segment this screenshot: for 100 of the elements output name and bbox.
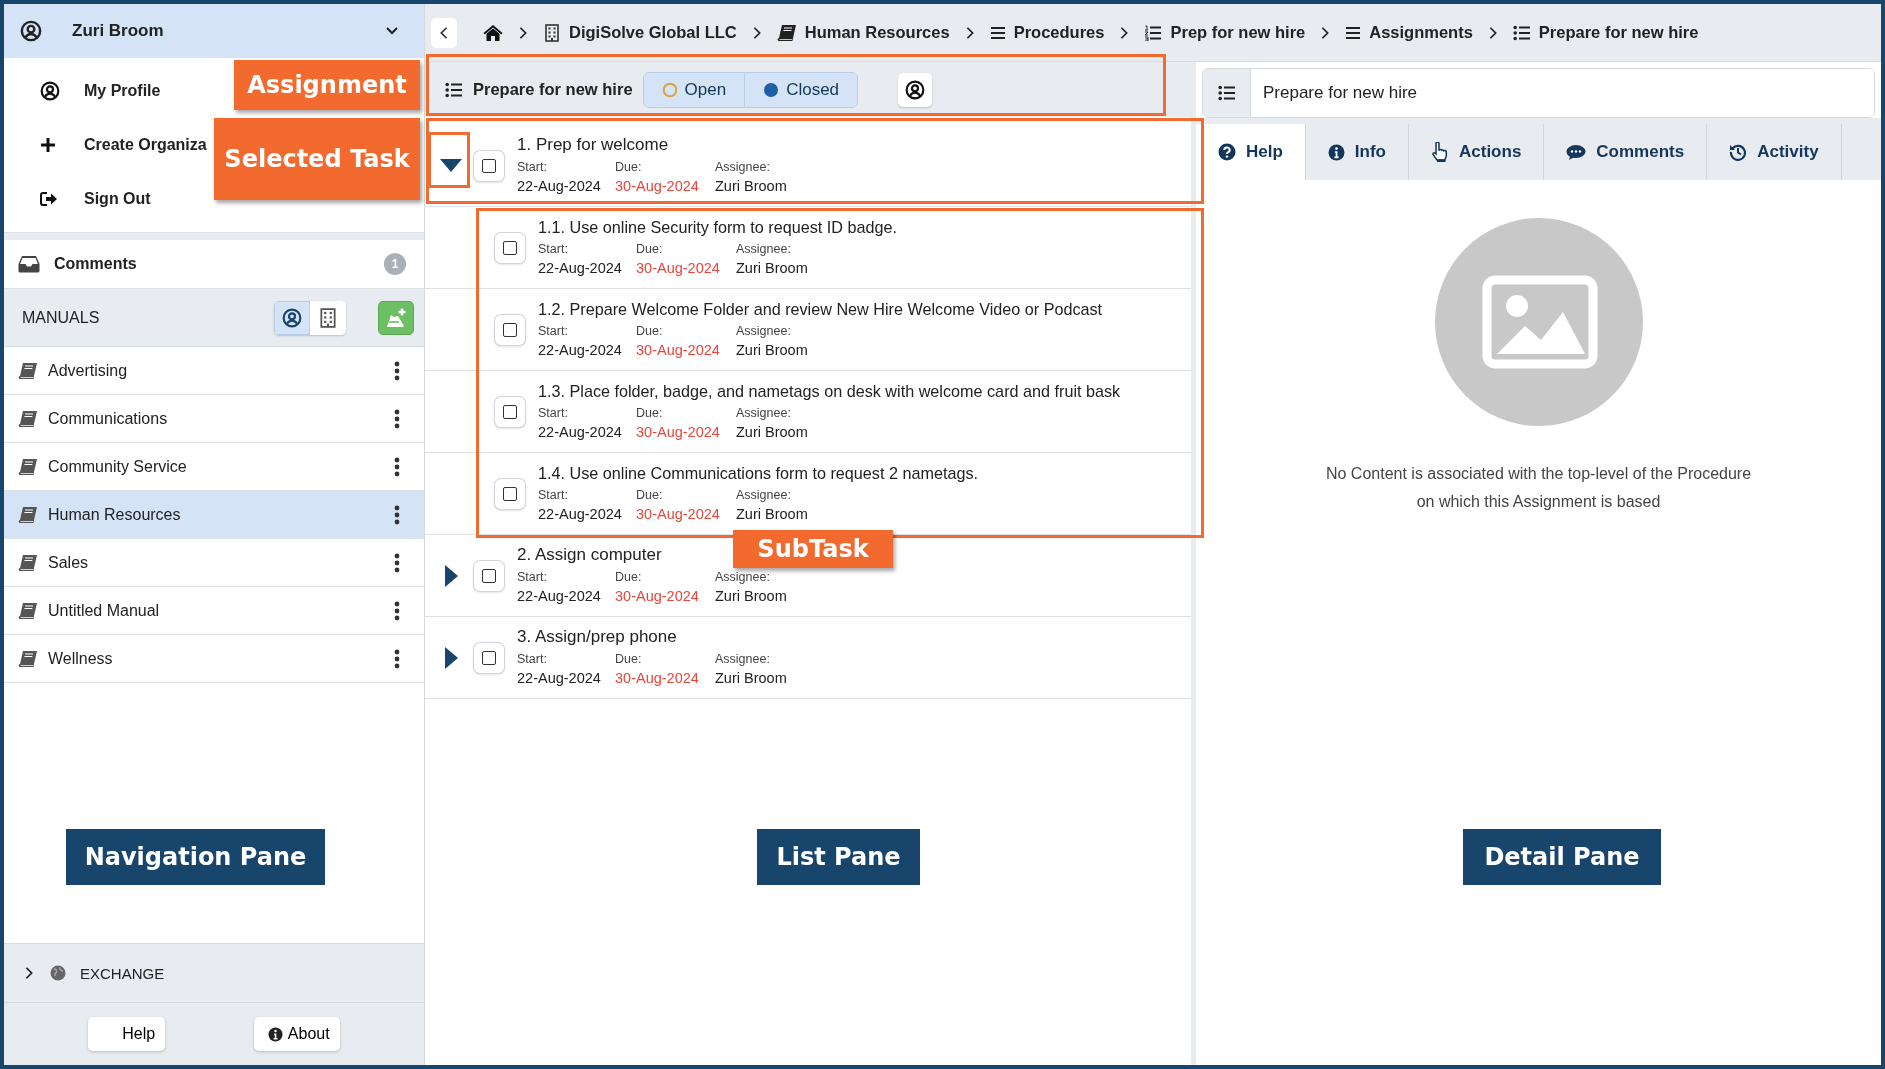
due-date: 30-Aug-2024 — [636, 505, 721, 524]
checkbox[interactable] — [503, 322, 517, 337]
exchange-section[interactable]: EXCHANGE — [80, 964, 165, 982]
field-label: Assignee: — [736, 241, 791, 258]
tab[interactable]: Help — [1196, 124, 1306, 180]
callout-label: Selected Task — [214, 118, 420, 200]
title-field[interactable]: Prepare for new hire — [1202, 68, 1875, 118]
due-date: 30-Aug-2024 — [615, 669, 700, 688]
home-link[interactable] — [483, 23, 503, 42]
checkbox-button[interactable] — [495, 478, 525, 509]
home-icon — [483, 23, 503, 42]
ring-icon — [661, 81, 678, 98]
more-icon[interactable] — [394, 360, 400, 381]
collapse-button[interactable] — [431, 17, 457, 48]
breadcrumb-link[interactable]: Prep for new hire — [1144, 23, 1306, 42]
field-label: Due: — [636, 323, 664, 340]
breadcrumb-link[interactable]: Assignments — [1345, 23, 1473, 42]
more-icon[interactable] — [394, 456, 400, 477]
add-manual-button[interactable] — [378, 300, 414, 335]
menu-item[interactable]: My Profile — [40, 64, 161, 118]
user-menu-header[interactable]: Zuri Broom — [4, 4, 424, 58]
user-icon — [40, 81, 60, 101]
checkbox-button[interactable] — [495, 314, 525, 345]
field-label: Due: — [636, 405, 664, 422]
add-icon — [384, 306, 408, 329]
more-icon[interactable] — [394, 648, 400, 669]
menu-item[interactable]: Sign Out — [40, 172, 151, 226]
building-icon — [318, 307, 338, 328]
list-icon — [1217, 85, 1236, 101]
callout-label: List Pane — [757, 829, 920, 885]
due-date: 30-Aug-2024 — [615, 177, 700, 196]
about-button[interactable]: About — [253, 1017, 340, 1051]
breadcrumb-link[interactable]: DigiSolve Global LLC — [543, 23, 737, 42]
task-title[interactable]: 2. Assign computer — [517, 545, 662, 565]
callout-label: Assignment — [234, 60, 420, 110]
inbox-icon — [18, 255, 40, 273]
field-label: Assignee: — [715, 569, 770, 586]
more-icon[interactable] — [394, 408, 400, 429]
field-label: Assignee: — [736, 487, 791, 504]
checkbox[interactable] — [503, 486, 517, 501]
field-label: Start: — [538, 241, 569, 258]
task-title[interactable]: 1.2. Prepare Welcome Folder and review New Hire Welcome Video or Podcast — [538, 299, 1103, 319]
task-title[interactable]: 3. Assign/prep phone — [517, 627, 677, 647]
caret-right-icon — [444, 564, 458, 587]
menu-item[interactable]: Create Organiza — [40, 118, 207, 172]
due-date: 30-Aug-2024 — [636, 341, 721, 360]
numbered-list-icon — [1144, 24, 1163, 41]
breadcrumb-link[interactable]: Human Resources — [776, 23, 950, 42]
field-label: Start: — [538, 487, 569, 504]
breadcrumb-link[interactable]: Procedures — [989, 23, 1105, 42]
field-label: Start: — [517, 159, 548, 176]
sign-out-icon — [40, 191, 58, 207]
checkbox[interactable] — [503, 404, 517, 419]
checkbox-button[interactable] — [495, 396, 525, 427]
scope-toggle[interactable] — [274, 300, 310, 335]
speech-bubble-icon — [1566, 143, 1587, 161]
list-icon — [989, 25, 1006, 40]
breadcrumb-link[interactable]: Prepare for new hire — [1512, 23, 1699, 42]
start-date: 22-Aug-2024 — [538, 341, 623, 360]
filter-button[interactable]: Closed — [744, 72, 858, 107]
more-icon[interactable] — [394, 552, 400, 573]
callout-label: Navigation Pane — [66, 829, 325, 885]
start-date: 22-Aug-2024 — [517, 177, 602, 196]
checkbox[interactable] — [482, 158, 496, 173]
list-icon — [445, 81, 463, 98]
book-icon — [18, 505, 38, 524]
task-title[interactable]: 1.4. Use online Communications form to request 2 nametags. — [538, 463, 978, 483]
checkbox[interactable] — [482, 650, 496, 665]
task-title[interactable]: 1. Prep for welcome — [517, 135, 669, 155]
assignee: Zuri Broom — [736, 341, 808, 360]
task-title[interactable]: 1.3. Place folder, badge, and nametags on desk with welcome card and fruit bask — [538, 381, 1121, 401]
due-date: 30-Aug-2024 — [636, 259, 721, 278]
manual-item[interactable]: Human Resources — [4, 491, 424, 539]
due-date: 30-Aug-2024 — [615, 587, 700, 606]
section-title: MANUALS — [22, 308, 101, 327]
more-icon[interactable] — [394, 600, 400, 621]
caret-down-icon — [440, 159, 462, 172]
start-date: 22-Aug-2024 — [517, 669, 602, 688]
task-title[interactable]: 1.1. Use online Security form to request ID badge. — [538, 217, 897, 237]
field-label: Assignee: — [715, 651, 770, 668]
assignee: Zuri Broom — [736, 259, 808, 278]
checkbox-button[interactable] — [495, 232, 525, 263]
callout-label: SubTask — [733, 530, 893, 568]
comments-link[interactable]: Comments — [54, 255, 370, 273]
checkbox[interactable] — [482, 568, 496, 583]
scope-toggle[interactable] — [310, 300, 346, 335]
checkbox-button[interactable] — [474, 642, 504, 673]
more-icon[interactable] — [394, 504, 400, 525]
checkbox-button[interactable] — [474, 150, 504, 181]
checkbox-button[interactable] — [474, 560, 504, 591]
filter-button[interactable]: Open — [643, 72, 745, 107]
assignee-button[interactable] — [898, 72, 933, 107]
image-placeholder-icon — [1434, 218, 1643, 426]
assignee: Zuri Broom — [715, 177, 787, 196]
field-label: Start: — [517, 651, 548, 668]
user-icon — [905, 79, 926, 100]
info-icon — [1327, 143, 1345, 161]
help-button[interactable]: Help — [88, 1017, 166, 1051]
field-label: Due: — [636, 487, 664, 504]
checkbox[interactable] — [503, 240, 517, 255]
